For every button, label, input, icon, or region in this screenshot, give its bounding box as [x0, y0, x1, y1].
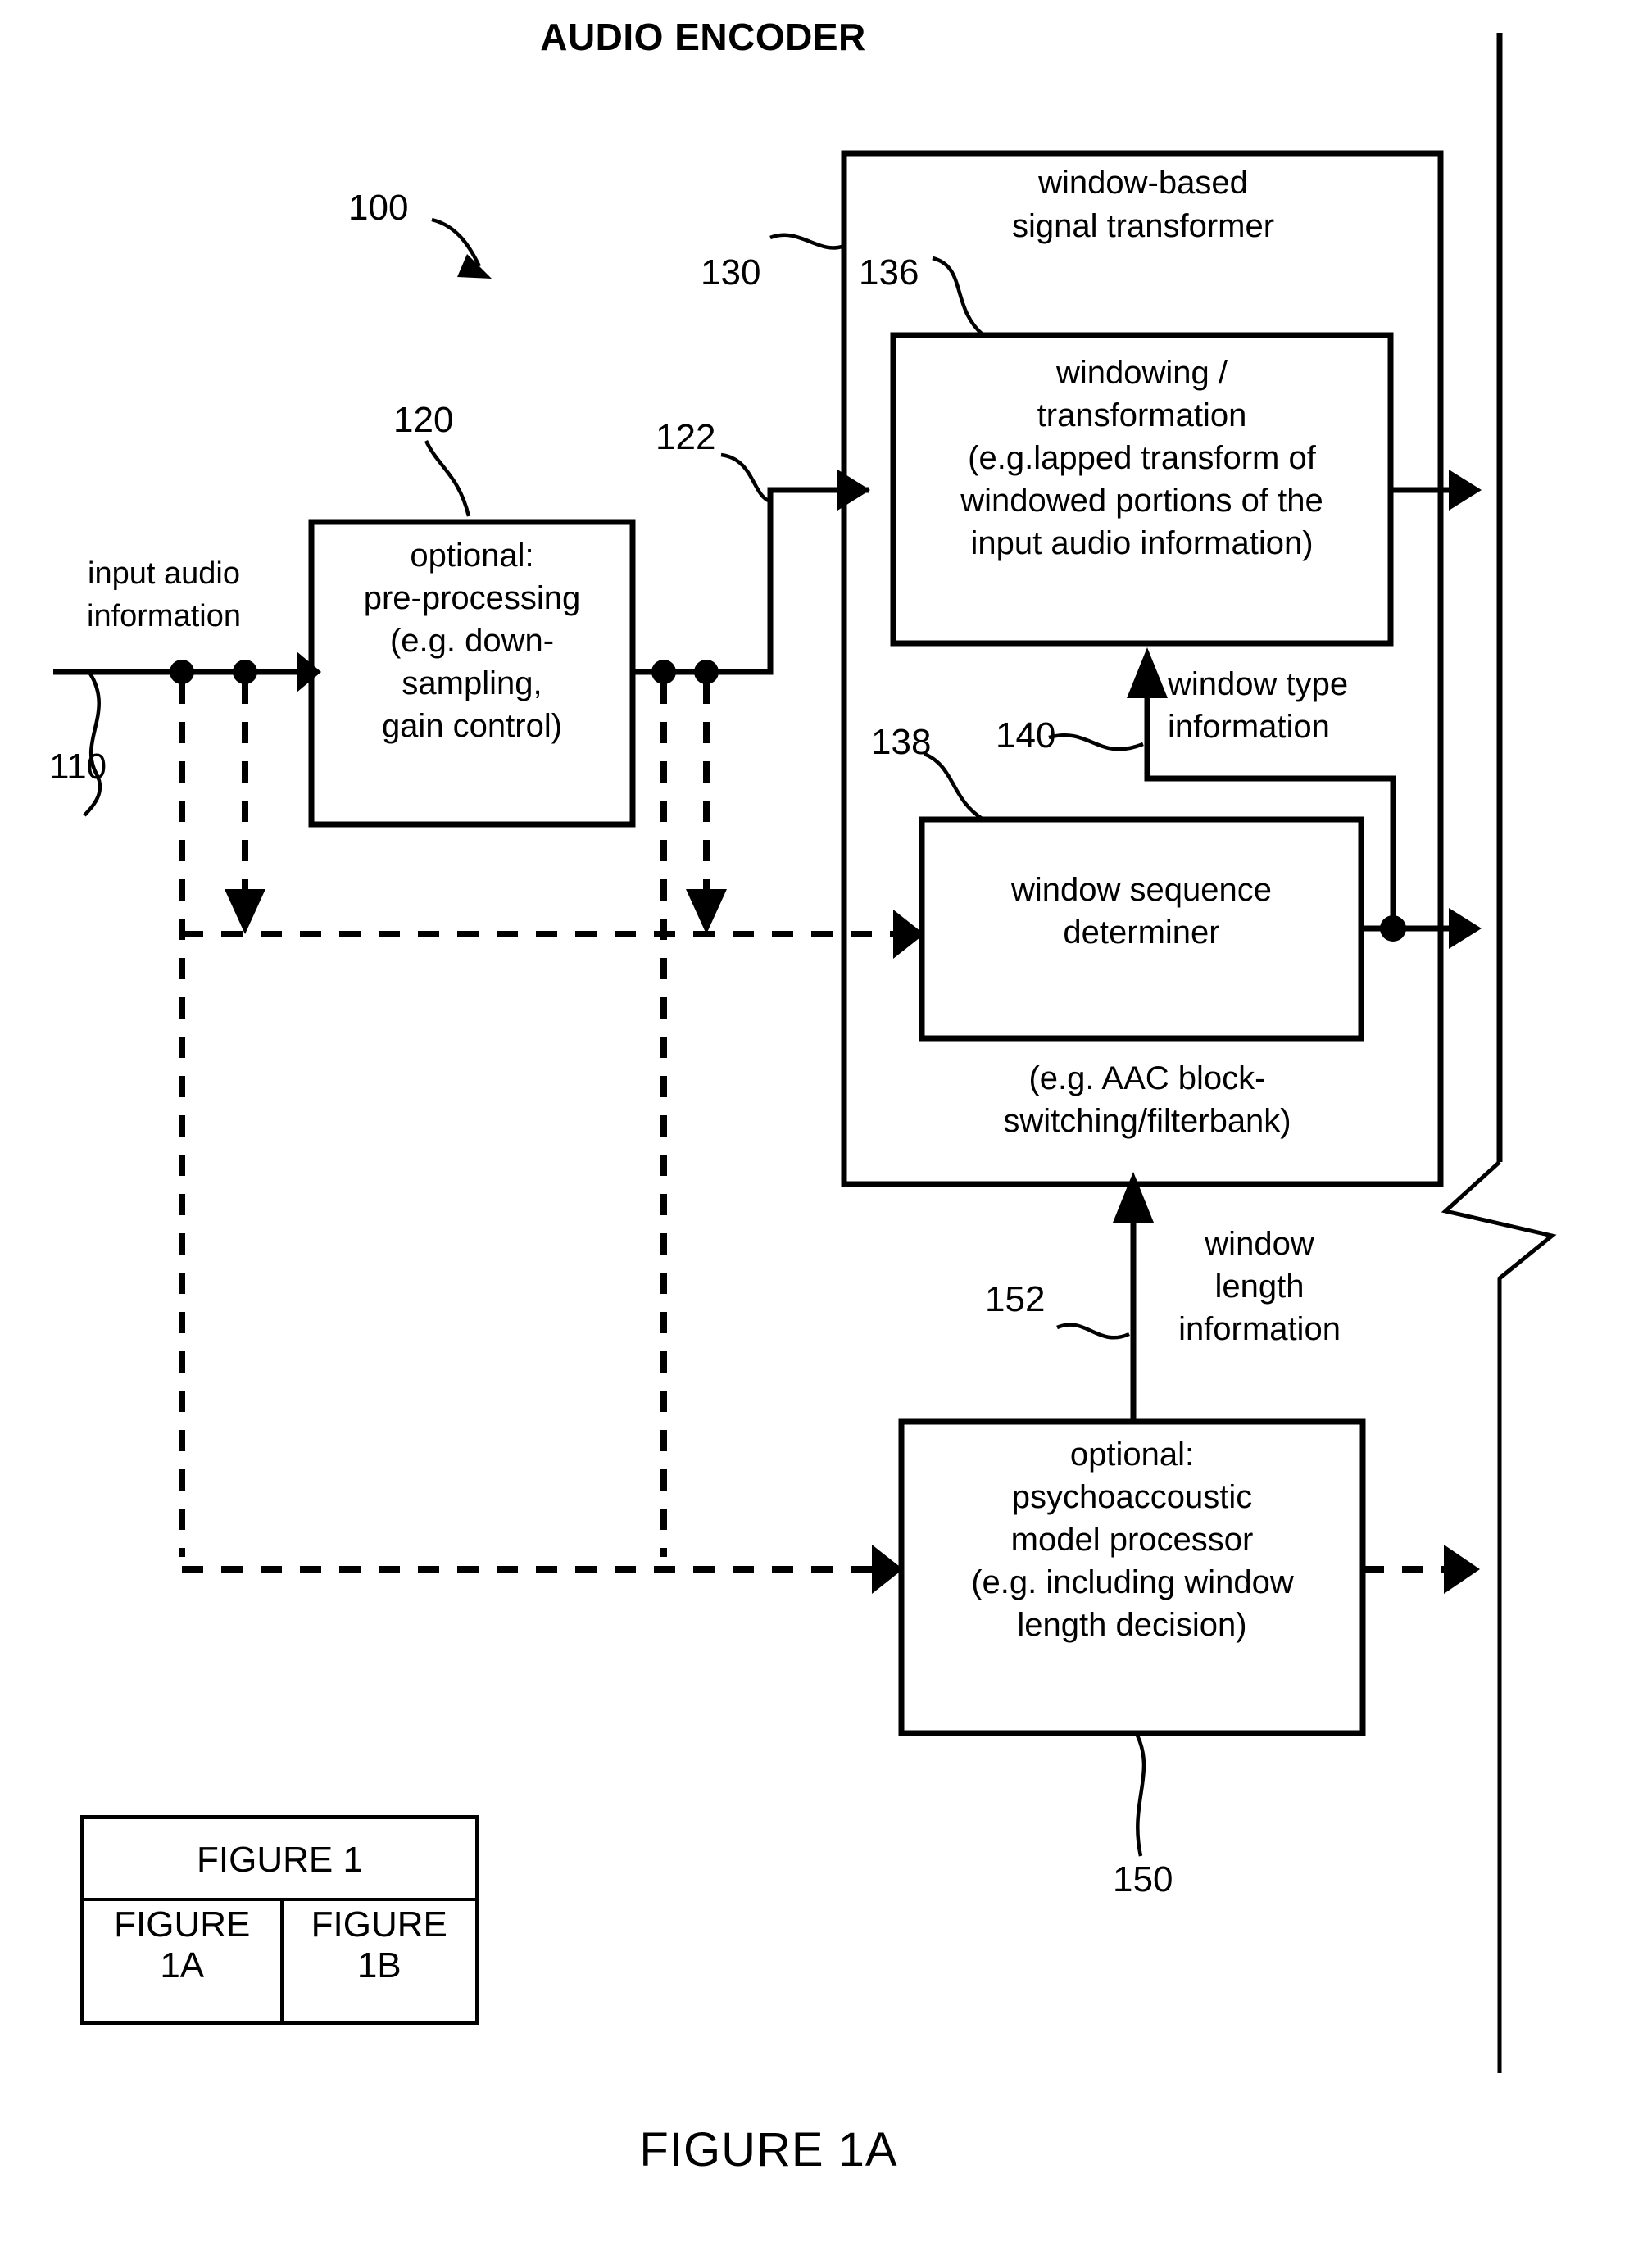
- leader-152: [1056, 1323, 1130, 1340]
- signal-transformer-label-line1: window-based: [1038, 165, 1248, 201]
- figure-index-row: FIGURE 1A FIGURE 1B: [84, 1901, 475, 2022]
- page-title: AUDIO ENCODER: [540, 16, 866, 58]
- ref-136: 136: [859, 252, 919, 293]
- windowing-line-1: windowing /: [1055, 355, 1228, 391]
- ref-140: 140: [996, 715, 1056, 756]
- psychoacoustic-line-5: length decision): [1017, 1607, 1247, 1643]
- leader-120: [424, 440, 471, 517]
- page-boundary-break: [1441, 1160, 1557, 2073]
- windowing-line-5: input audio information): [970, 525, 1314, 561]
- preprocessing-line-4: sampling,: [402, 665, 542, 701]
- preprocessing-line-5: gain control): [381, 708, 563, 744]
- patent-figure-page: AUDIO ENCODER 100 130 136 window-based s…: [0, 0, 1652, 2251]
- ref-120: 120: [393, 400, 454, 440]
- figure-index-1a-line2: 1A: [160, 1945, 205, 1986]
- psychoacoustic-line-3: model processor: [1010, 1522, 1254, 1558]
- psychoacoustic-line-1: optional:: [1069, 1436, 1195, 1473]
- leader-150: [1135, 1735, 1146, 1857]
- ref-122: 122: [656, 417, 716, 457]
- signal-transformer-note-line2: switching/filterbank): [1003, 1103, 1291, 1139]
- windowing-line-4: windowed portions of the: [960, 483, 1323, 519]
- windowing-line-3: (e.g.lapped transform of: [968, 440, 1316, 476]
- ref-130: 130: [701, 252, 761, 293]
- figure-index-1b-line2: 1B: [356, 1945, 402, 1986]
- preprocessing-line-3: (e.g. down-: [389, 623, 555, 659]
- wsd-line-2: determiner: [1063, 914, 1220, 951]
- dashed-arrowhead-input-upper: [225, 889, 266, 934]
- preprocessing-line-1: optional:: [410, 538, 534, 574]
- signal-transformer-note-line1: (e.g. AAC block-: [1028, 1060, 1266, 1096]
- junction-dot-preproc-2: [694, 660, 719, 684]
- ref-138: 138: [871, 722, 932, 762]
- input-audio-label-line2: information: [87, 599, 241, 633]
- window-type-arrowhead: [1127, 647, 1168, 698]
- figure-index-table: FIGURE 1 FIGURE 1A FIGURE 1B: [80, 1815, 479, 2025]
- ref-110: 110: [49, 747, 107, 787]
- psychoacoustic-line-2: psychoaccoustic: [1011, 1479, 1253, 1515]
- figure-caption: FIGURE 1A: [639, 2123, 898, 2176]
- figure-index-1b-line1: FIGURE: [311, 1904, 447, 1945]
- wsd-output-arrowhead: [1449, 908, 1482, 949]
- figure-index-cell-1b: FIGURE 1B: [279, 1901, 476, 2022]
- leader-130: [769, 233, 845, 250]
- wsd-line-1: window sequence: [1011, 872, 1272, 908]
- junction-dot-input-2: [233, 660, 257, 684]
- preprocessing-line-2: pre-processing: [363, 580, 581, 616]
- windowing-output-arrowhead: [1449, 470, 1482, 511]
- input-audio-label-line1: input audio: [88, 556, 240, 591]
- signal-transformer-label-line2: signal transformer: [1011, 208, 1275, 244]
- figure-index-header-text: FIGURE 1: [197, 1840, 363, 1880]
- window-type-label-line1: window type: [1168, 666, 1349, 702]
- figure-index-header: FIGURE 1: [84, 1819, 475, 1901]
- junction-dot-input-1: [170, 660, 194, 684]
- leader-122: [720, 452, 771, 504]
- window-length-arrowhead: [1113, 1172, 1154, 1223]
- leader-140: [1048, 733, 1144, 751]
- preprocessed-signal-path: [633, 487, 869, 675]
- window-length-label-line2: length: [1214, 1268, 1305, 1305]
- window-length-label-line3: information: [1178, 1311, 1341, 1347]
- window-type-label-line2: information: [1168, 709, 1330, 745]
- window-length-label-line1: window: [1205, 1226, 1314, 1262]
- preprocessed-signal-arrowhead: [837, 470, 870, 511]
- ref-150: 150: [1113, 1859, 1173, 1899]
- figure-index-1a-line1: FIGURE: [114, 1904, 251, 1945]
- leader-110: [83, 672, 102, 817]
- windowing-line-2: transformation: [1037, 397, 1247, 433]
- junction-dot-preproc-1: [651, 660, 676, 684]
- leader-138: [924, 751, 985, 821]
- psychoacoustic-line-4: (e.g. including window: [971, 1564, 1294, 1600]
- figure-index-cell-1a: FIGURE 1A: [84, 1901, 280, 2022]
- leader-136: [932, 256, 985, 337]
- dashed-arrowhead-preproc-upper: [686, 889, 727, 934]
- ref-152: 152: [985, 1279, 1046, 1319]
- psychoacoustic-output-arrowhead: [1444, 1545, 1480, 1594]
- ref-100: 100: [348, 188, 409, 228]
